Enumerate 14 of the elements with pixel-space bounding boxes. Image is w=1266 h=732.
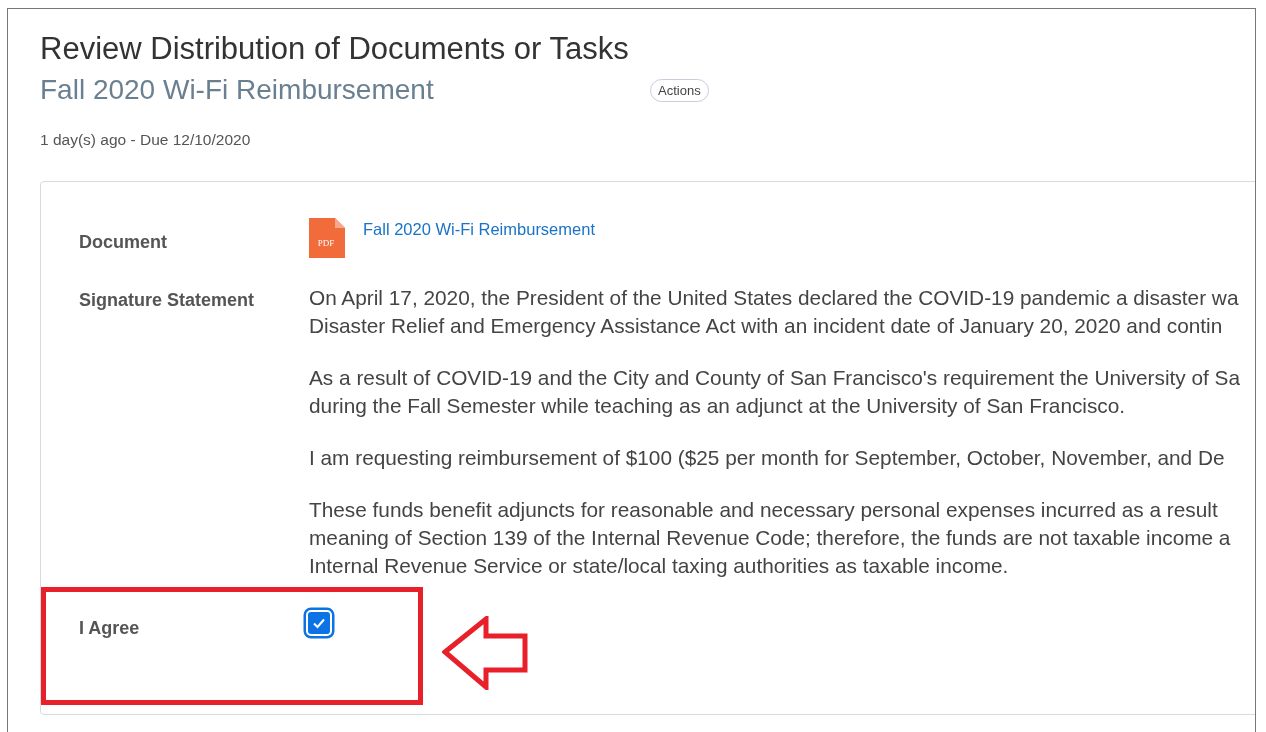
pdf-file-icon: PDF	[309, 218, 345, 258]
page-title: Review Distribution of Documents or Tasks	[40, 30, 630, 68]
page-subtitle: Fall 2020 Wi-Fi Reimbursement	[40, 73, 435, 107]
statement-paragraph: I am requesting reimbursement of $100 ($25 per month for September, October, November, and De	[309, 445, 1226, 471]
field-label: Signature Statement	[79, 289, 256, 312]
actions-button[interactable]: Actions	[650, 78, 709, 102]
field-label: I Agree	[79, 617, 141, 639]
field-label: Document	[79, 231, 168, 254]
due-date-text: 1 day(s) ago - Due 12/10/2020	[40, 131, 252, 149]
agree-checkbox[interactable]	[306, 610, 332, 636]
statement-paragraph: On April 17, 2020, the President of the United States declared the COVID-19 pandemic a disaster wa Disaster Relief and Emergency Assistance Act with an incident date of January 20, 2020 and contin	[309, 285, 1240, 339]
statement-paragraph: As a result of COVID-19 and the City and County of San Francisco's requirement the University of Sa during the Fall Semester while teaching as an adjunct at the University of San Francisco.	[309, 365, 1241, 419]
document-link[interactable]: Fall 2020 Wi-Fi Reimbursement	[363, 220, 595, 239]
statement-paragraph: These funds benefit adjuncts for reasonable and necessary personal expenses incurred as a result meaning of Section 139 of the Internal Revenue Code; therefore, the funds are not taxable income a Internal Revenue Service or state/local taxing authorities as taxable income.	[309, 497, 1232, 579]
